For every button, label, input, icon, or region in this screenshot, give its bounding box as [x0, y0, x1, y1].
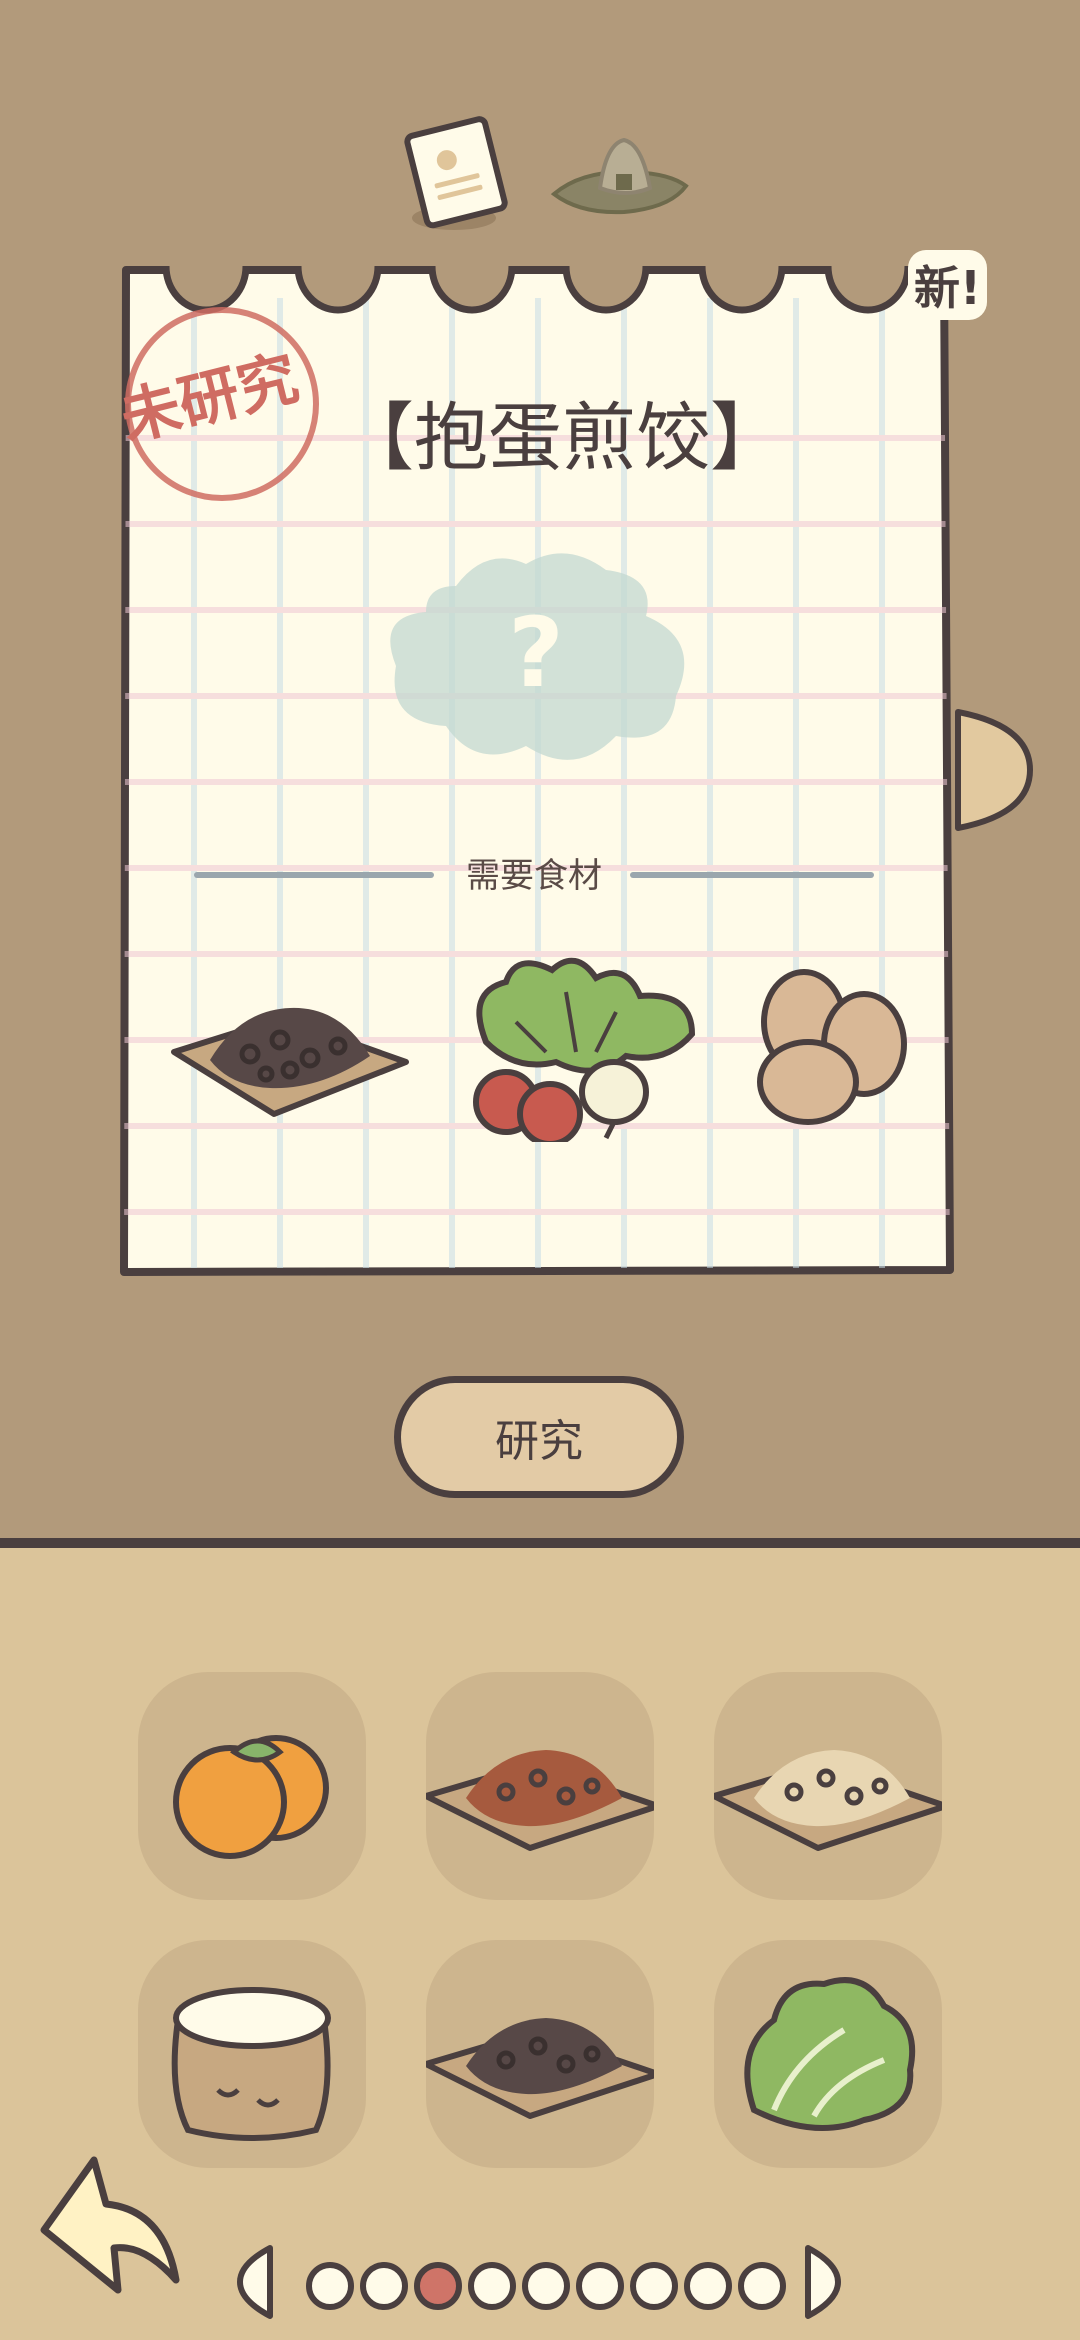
back-arrow-icon[interactable]: [34, 2150, 184, 2300]
meat-crumbles-icon: [171, 1007, 409, 1117]
page-dot-9[interactable]: [738, 2262, 786, 2310]
minced-meat-icon: [426, 1750, 654, 1851]
page-dot-6[interactable]: [576, 2262, 624, 2310]
flour-sack-icon: [171, 1987, 331, 2141]
page-dot-4[interactable]: [468, 2262, 516, 2310]
next-recipe-tab[interactable]: [954, 706, 1034, 834]
mandarin-orange-icon: [173, 1735, 329, 1859]
page-dot-3[interactable]: [414, 2262, 462, 2310]
page-indicator: [236, 2244, 846, 2324]
page-dot-8[interactable]: [684, 2262, 732, 2310]
meat-crumbles-icon: [426, 2018, 654, 2119]
eggs-icon: [757, 969, 907, 1125]
inventory-slot-lettuce[interactable]: [714, 1940, 942, 2168]
next-page-arrow-icon[interactable]: [802, 2244, 842, 2320]
page-dot-5[interactable]: [522, 2262, 570, 2310]
inventory-slot-fried-rice[interactable]: [714, 1672, 942, 1900]
section-divider: [0, 1538, 1080, 1548]
svg-text:?: ?: [508, 597, 564, 709]
recipe-card-tab-icon[interactable]: [392, 112, 522, 242]
page-dot-7[interactable]: [630, 2262, 678, 2310]
new-badge: 新!: [908, 250, 987, 320]
onigiri-tab-icon[interactable]: [540, 128, 700, 228]
page-dot-1[interactable]: [306, 2262, 354, 2310]
prev-page-arrow-icon[interactable]: [236, 2244, 276, 2320]
radish-greens-icon: [473, 957, 696, 1142]
inventory-slot-orange[interactable]: [138, 1672, 366, 1900]
unknown-dish-icon: ?: [390, 553, 685, 760]
divider-line-right: [630, 872, 874, 878]
fried-rice-icon: [714, 1750, 942, 1851]
research-button[interactable]: 研究: [394, 1376, 684, 1498]
page-dot-2[interactable]: [360, 2262, 408, 2310]
ingredients-divider: 需要食材: [194, 848, 874, 898]
inventory-slot-minced-meat[interactable]: [426, 1672, 654, 1900]
lettuce-icon: [744, 1977, 916, 2131]
inventory-slot-meat-crumbles[interactable]: [426, 1940, 654, 2168]
inventory-slot-flour[interactable]: [138, 1940, 366, 2168]
recipe-title: 【抱蛋煎饺】: [340, 395, 784, 481]
